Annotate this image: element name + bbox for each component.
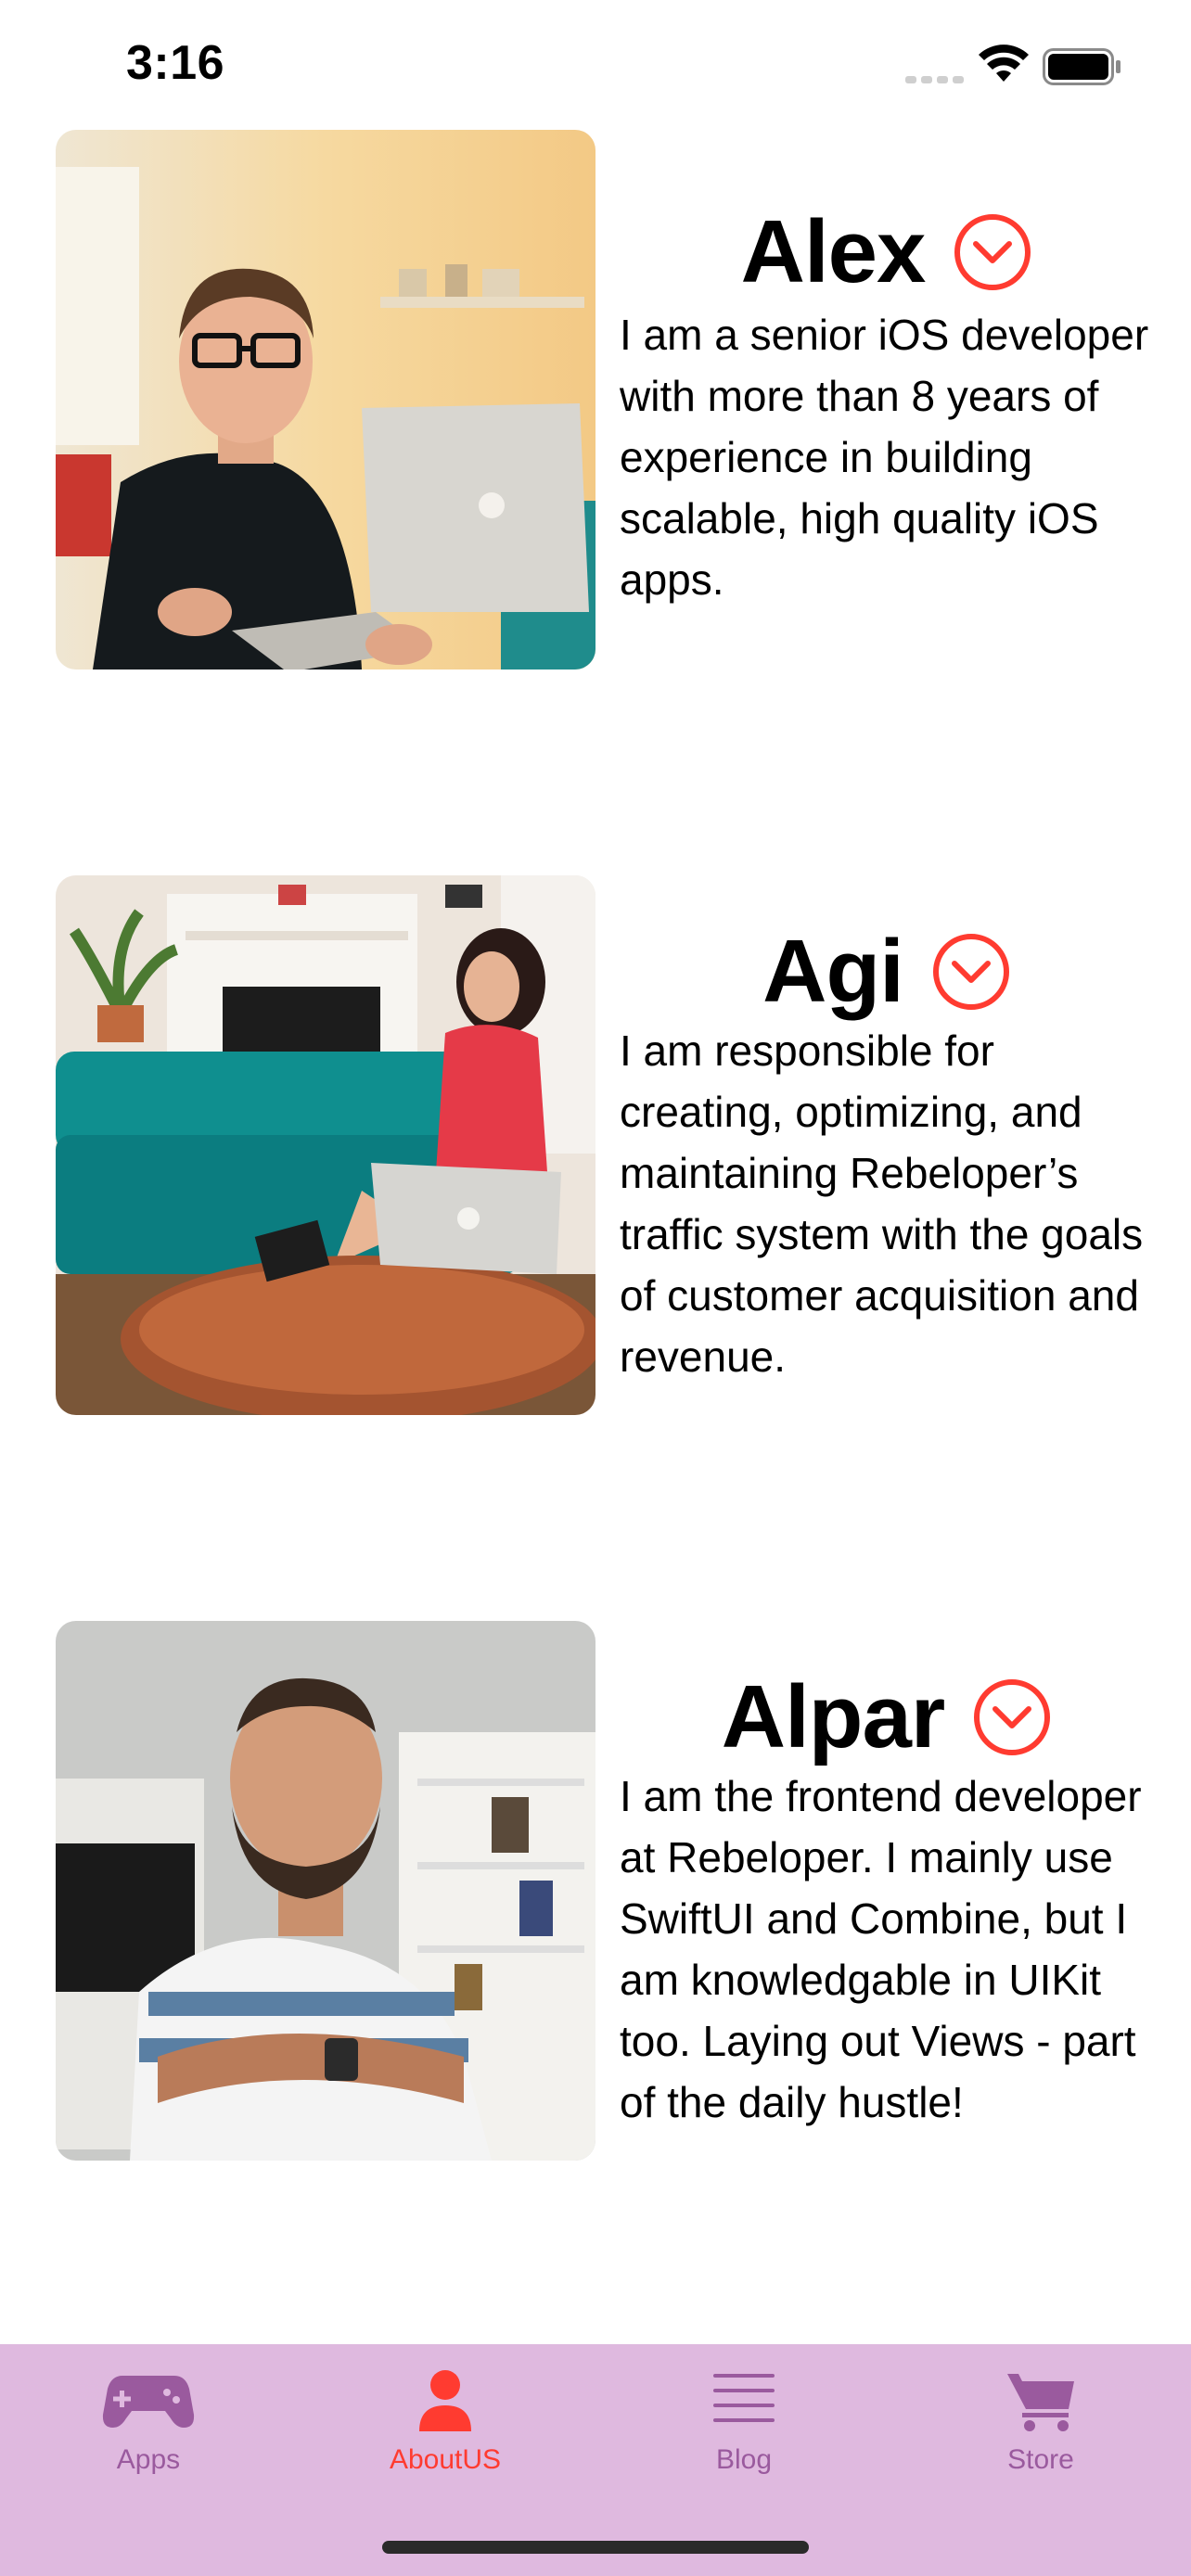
- person-icon: [419, 2370, 471, 2431]
- expand-button[interactable]: [931, 932, 1011, 1012]
- name-row: Alex: [620, 202, 1154, 302]
- tab-apps[interactable]: Apps: [46, 2368, 250, 2507]
- chevron-down-circle-icon: [974, 1679, 1051, 1755]
- chevron-down-circle-icon: [954, 214, 1031, 290]
- profile-bio: I am a senior iOS developer with more th…: [620, 311, 1149, 604]
- status-bar: 3:16: [0, 0, 1191, 130]
- tab-aboutus[interactable]: AboutUS: [343, 2368, 547, 2507]
- tab-label: Apps: [116, 2444, 181, 2475]
- tab-store[interactable]: Store: [939, 2368, 1143, 2507]
- cart-icon: [1007, 2374, 1074, 2431]
- tab-label: Blog: [715, 2444, 773, 2475]
- profile-name: Alex: [740, 202, 927, 301]
- wifi-icon: [979, 45, 1029, 82]
- cellular-signal-icon: [905, 76, 964, 83]
- profile-name: Agi: [762, 922, 904, 1021]
- name-row: Agi: [620, 922, 1154, 1022]
- profile-name: Alpar: [721, 1667, 945, 1766]
- home-indicator: [382, 2541, 809, 2554]
- profile-photo: [56, 130, 596, 670]
- expand-button[interactable]: [972, 1677, 1052, 1757]
- chevron-down-circle-icon: [932, 934, 1009, 1010]
- tab-label: AboutUS: [389, 2444, 502, 2475]
- profile-photo: [56, 1621, 596, 2161]
- name-row: Alpar: [620, 1667, 1154, 1767]
- profile-bio: I am the frontend developer at Rebeloper…: [620, 1772, 1142, 2126]
- gamecontroller-icon: [102, 2376, 195, 2428]
- tab-label: Store: [1007, 2444, 1074, 2475]
- list-lines-icon: [713, 2374, 775, 2422]
- status-time: 3:16: [126, 36, 225, 90]
- expand-button[interactable]: [953, 212, 1032, 292]
- battery-icon: [1043, 48, 1121, 85]
- profile-photo: [56, 875, 596, 1415]
- tab-blog[interactable]: Blog: [642, 2368, 846, 2507]
- profile-bio: I am responsible for creating, optimizin…: [620, 1027, 1144, 1381]
